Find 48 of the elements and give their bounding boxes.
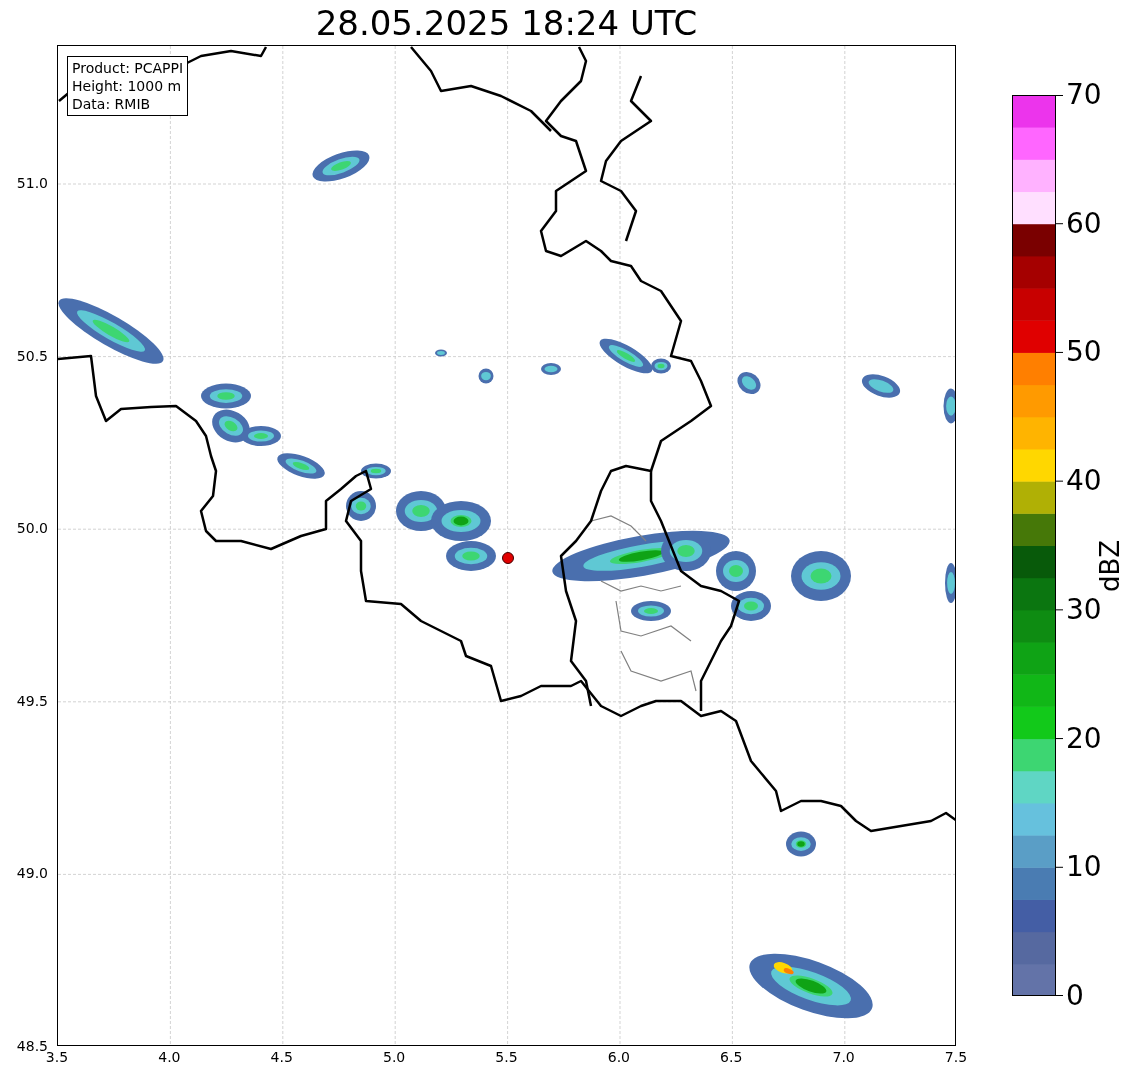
colorbar-tick-label: 0 — [1066, 979, 1084, 1013]
radar-echo-drawing — [791, 551, 851, 601]
axis-tick-label: 3.5 — [45, 1049, 69, 1066]
radar-echo-drawing — [201, 383, 251, 409]
colorbar-tick-label: 30 — [1066, 592, 1102, 627]
radar-echo-drawing — [943, 388, 955, 424]
axis-tick-label: 4.0 — [158, 1048, 181, 1066]
axis-tick-label: 5.5 — [495, 1048, 518, 1066]
axis-tick-label: 5.0 — [383, 1048, 406, 1066]
axis-tick-label: 49.5 — [16, 691, 48, 710]
radar-echo-drawing — [312, 150, 370, 182]
colorbar-tick-label: 50 — [1066, 335, 1102, 370]
colorbar-tick-label: 40 — [1066, 464, 1102, 499]
axis-tick-label: 6.5 — [720, 1048, 743, 1066]
axis-tick-label: 49.0 — [16, 864, 48, 883]
axis-tick-label: 4.5 — [270, 1048, 293, 1066]
radar-echo-drawing — [631, 601, 671, 621]
axis-tick-label: 48.5 — [16, 1037, 48, 1054]
radar-echo-drawing — [435, 349, 447, 357]
radar-echo-drawing — [861, 374, 901, 398]
radar-echo-drawing — [277, 453, 325, 479]
axis-tick-label: 50.0 — [16, 519, 48, 538]
radar-echo-drawing — [431, 501, 491, 541]
info-text: Product: PCAPPI — [72, 59, 184, 77]
radar-echo-drawing — [361, 463, 391, 479]
radar-site-marker — [502, 552, 514, 564]
axis-tick-label: 7.5 — [944, 1048, 968, 1066]
radar-echo-drawing — [541, 363, 561, 375]
axis-tick-label: 6.0 — [607, 1048, 630, 1066]
info-text: Data: RMIB — [72, 95, 152, 113]
radar-echo-drawing — [731, 591, 771, 621]
radar-echo-drawing — [737, 371, 761, 395]
radar-echo-drawing — [945, 563, 955, 603]
info-text: Height: 1000 m — [72, 77, 183, 95]
radar-echo-drawing — [786, 831, 816, 857]
colorbar-tick-label: 10 — [1066, 850, 1102, 885]
region-border-line — [590, 515, 647, 542]
map-title: 28.05.2025 18:24 UTC — [315, 2, 698, 43]
colorbar-label: dBZ — [1095, 539, 1125, 592]
axis-tick-label: 50.5 — [16, 346, 48, 365]
radar-echo-drawing — [446, 541, 496, 571]
radar-echo-drawing — [478, 368, 494, 384]
axis-tick-label: 51.0 — [16, 174, 48, 192]
axis-tick-label: 7.0 — [832, 1048, 855, 1066]
colorbar-tick-label: 20 — [1066, 721, 1102, 756]
colorbar-tick-label: 60 — [1066, 206, 1102, 241]
radar-echo-drawing — [346, 491, 376, 521]
colorbar-tick-label: 70 — [1066, 78, 1102, 112]
